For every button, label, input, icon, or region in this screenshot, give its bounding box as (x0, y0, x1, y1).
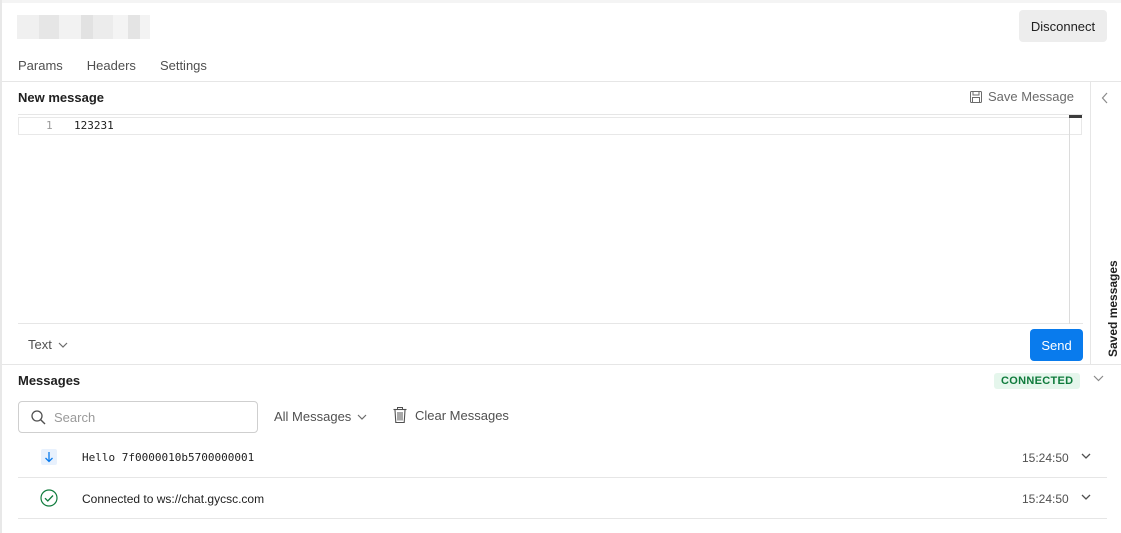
message-type-dropdown[interactable]: Text (28, 337, 68, 352)
check-circle-icon (40, 489, 58, 507)
new-message-title: New message (18, 90, 104, 105)
message-row[interactable]: Hello 7f0000010b5700000001 15:24:50 (18, 437, 1107, 478)
side-panel-divider (1090, 82, 1091, 364)
window-top-edge (0, 0, 1121, 3)
search-input[interactable] (54, 409, 244, 425)
tab-params[interactable]: Params (18, 58, 63, 73)
send-button[interactable]: Send (1030, 329, 1083, 361)
window-left-edge (0, 0, 2, 533)
header-divider (2, 81, 1121, 82)
message-text: Hello 7f0000010b5700000001 (82, 451, 255, 464)
chevron-down-icon (357, 414, 367, 420)
trash-icon (393, 407, 407, 423)
chevron-down-icon[interactable] (1081, 494, 1091, 500)
active-line-highlight (18, 117, 1082, 135)
search-icon (31, 409, 46, 424)
status-badge: CONNECTED (994, 373, 1081, 389)
chevron-down-icon (58, 342, 68, 348)
saved-messages-tab[interactable]: Saved messages (1106, 260, 1120, 357)
arrow-down-icon (41, 449, 57, 465)
message-editor[interactable]: 1 123231 (18, 114, 1083, 324)
line-number: 1 (46, 119, 53, 132)
clear-messages-label: Clear Messages (415, 407, 509, 423)
editor-scrollbar[interactable] (1069, 115, 1070, 324)
search-field[interactable] (18, 401, 258, 433)
chevron-down-icon[interactable] (1093, 375, 1104, 382)
save-message-label: Save Message (988, 89, 1074, 104)
clear-messages-button[interactable]: Clear Messages (393, 407, 509, 423)
editor-scrollbar-thumb[interactable] (1069, 115, 1082, 118)
messages-title: Messages (18, 373, 81, 388)
chevron-left-icon[interactable] (1101, 92, 1109, 104)
tab-headers[interactable]: Headers (87, 58, 136, 73)
message-timestamp: 15:24:50 (1022, 492, 1069, 506)
filter-label: All Messages (274, 409, 352, 424)
tab-settings[interactable]: Settings (160, 58, 207, 73)
message-text: Connected to ws://chat.gycsc.com (82, 492, 265, 506)
message-filter-dropdown[interactable]: All Messages (274, 409, 367, 424)
editor-content[interactable]: 123231 (74, 119, 114, 132)
save-message-button[interactable]: Save Message (970, 89, 1074, 104)
request-tabs: Params Headers Settings (18, 58, 231, 73)
message-row[interactable]: Connected to ws://chat.gycsc.com 15:24:5… (18, 478, 1107, 519)
blurred-url (17, 15, 150, 39)
chevron-down-icon[interactable] (1081, 453, 1091, 459)
save-icon (970, 90, 982, 103)
message-type-label: Text (28, 337, 52, 352)
disconnect-button[interactable]: Disconnect (1019, 10, 1107, 42)
section-divider (2, 364, 1121, 365)
message-timestamp: 15:24:50 (1022, 451, 1069, 465)
